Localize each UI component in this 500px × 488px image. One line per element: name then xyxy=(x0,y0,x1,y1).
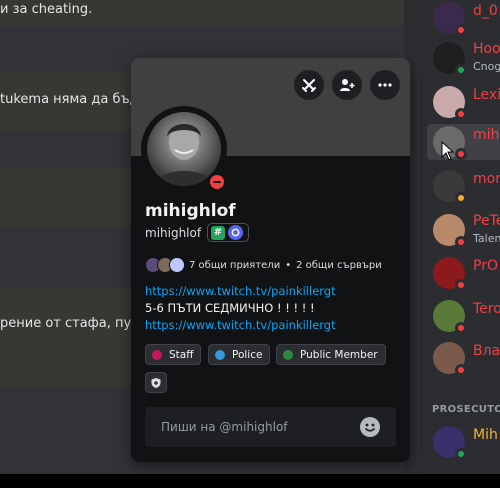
swords-button[interactable] xyxy=(294,70,324,100)
role-color-dot xyxy=(215,349,225,360)
profile-bio: https://www.twitch.tv/painkillergt 5-6 П… xyxy=(145,283,336,334)
chat-message-text: tukema няма да бъд xyxy=(0,92,139,107)
status-dnd-icon xyxy=(455,108,467,120)
mouse-cursor-icon xyxy=(441,141,455,161)
role-police[interactable]: Police xyxy=(208,344,271,365)
member-item[interactable]: Mih xyxy=(427,424,500,460)
chat-message-text: рение от стафа, пу xyxy=(0,316,132,331)
status-online-icon xyxy=(455,448,467,460)
shield-icon xyxy=(151,377,161,388)
bio-link[interactable]: https://www.twitch.tv/painkillergt xyxy=(145,317,336,334)
bio-text: 5-6 ПЪТИ СЕДМИЧНО ! ! ! ! ! xyxy=(145,301,315,315)
member-activity: Cnog xyxy=(473,60,500,73)
member-item[interactable]: Lexi xyxy=(427,84,500,120)
member-name: Tero xyxy=(473,301,500,317)
display-name: mihighlof xyxy=(145,201,236,221)
status-idle-icon xyxy=(455,192,467,204)
emoji-icon[interactable] xyxy=(360,417,380,437)
more-button[interactable] xyxy=(370,70,400,100)
laurel-badge-icon[interactable] xyxy=(228,225,243,240)
message-box xyxy=(145,407,396,447)
profile-badges: # xyxy=(207,223,249,242)
status-dnd-icon xyxy=(455,364,467,376)
member-list: d_0HooCnogLeximihmorPeTeTalenPrOTeroВла … xyxy=(419,0,500,474)
member-name: Lexi xyxy=(473,87,500,103)
message-input[interactable] xyxy=(145,407,361,447)
member-item[interactable]: Tero xyxy=(427,298,500,334)
member-item[interactable]: PeTe Talen xyxy=(427,212,500,248)
separator-dot: • xyxy=(285,259,292,271)
member-item[interactable]: mor xyxy=(427,168,500,204)
chat-message: и за cheating. xyxy=(0,0,405,26)
member-activity: Talen xyxy=(473,232,500,245)
mutual-friends-count[interactable]: 7 общи приятели xyxy=(189,260,280,271)
role-label: Police xyxy=(232,348,263,361)
role-staff[interactable]: Staff xyxy=(145,344,202,365)
do-not-disturb-icon xyxy=(207,172,227,192)
member-name: Hoo xyxy=(473,41,500,57)
mutual-info[interactable]: 7 общи приятели • 2 общи сървъри xyxy=(145,257,382,273)
member-name: PrO xyxy=(473,258,498,274)
chat-message-text: и за cheating. xyxy=(0,2,93,17)
username[interactable]: mihighlof xyxy=(145,226,201,240)
profile-avatar-frame xyxy=(141,106,227,192)
member-item[interactable]: PrO xyxy=(427,255,500,291)
role-label: Staff xyxy=(169,348,194,361)
member-name: Вла xyxy=(473,343,500,359)
bio-link[interactable]: https://www.twitch.tv/painkillergt xyxy=(145,283,336,300)
add-friend-icon xyxy=(340,79,355,91)
mutual-friend-avatar xyxy=(169,257,185,273)
status-dnd-icon xyxy=(455,148,467,160)
role-color-dot xyxy=(152,349,162,360)
hashtag-badge-icon[interactable]: # xyxy=(211,225,225,240)
more-icon xyxy=(378,83,392,87)
member-name: Mih xyxy=(473,427,498,443)
role-public-member[interactable]: Public Member xyxy=(276,344,386,365)
status-dnd-icon xyxy=(455,322,467,334)
status-online-icon xyxy=(455,64,467,76)
profile-popout: mihighlof mihighlof # 7 общи приятели • … xyxy=(131,58,410,462)
status-dnd-icon xyxy=(455,24,467,36)
member-section-header: PROSECUTO xyxy=(432,404,500,415)
member-name: d_0 xyxy=(473,3,498,19)
member-item[interactable]: Вла xyxy=(427,340,500,376)
member-item[interactable]: mih xyxy=(427,124,500,160)
taskbar xyxy=(0,474,500,488)
mutual-servers-count[interactable]: 2 общи сървъри xyxy=(296,260,382,271)
add-friend-button[interactable] xyxy=(332,70,362,100)
add-role-button[interactable] xyxy=(145,372,167,393)
status-dnd-icon xyxy=(455,279,467,291)
role-label: Public Member xyxy=(300,348,378,361)
swords-icon xyxy=(302,79,316,92)
member-item[interactable]: d_0 xyxy=(427,0,500,36)
status-dnd-icon xyxy=(455,236,467,248)
member-item[interactable]: Hoo Cnog xyxy=(427,40,500,76)
member-name: PeTe xyxy=(473,213,500,229)
member-name: mih xyxy=(473,127,500,143)
member-name: mor xyxy=(473,171,500,187)
role-color-dot xyxy=(283,349,293,360)
